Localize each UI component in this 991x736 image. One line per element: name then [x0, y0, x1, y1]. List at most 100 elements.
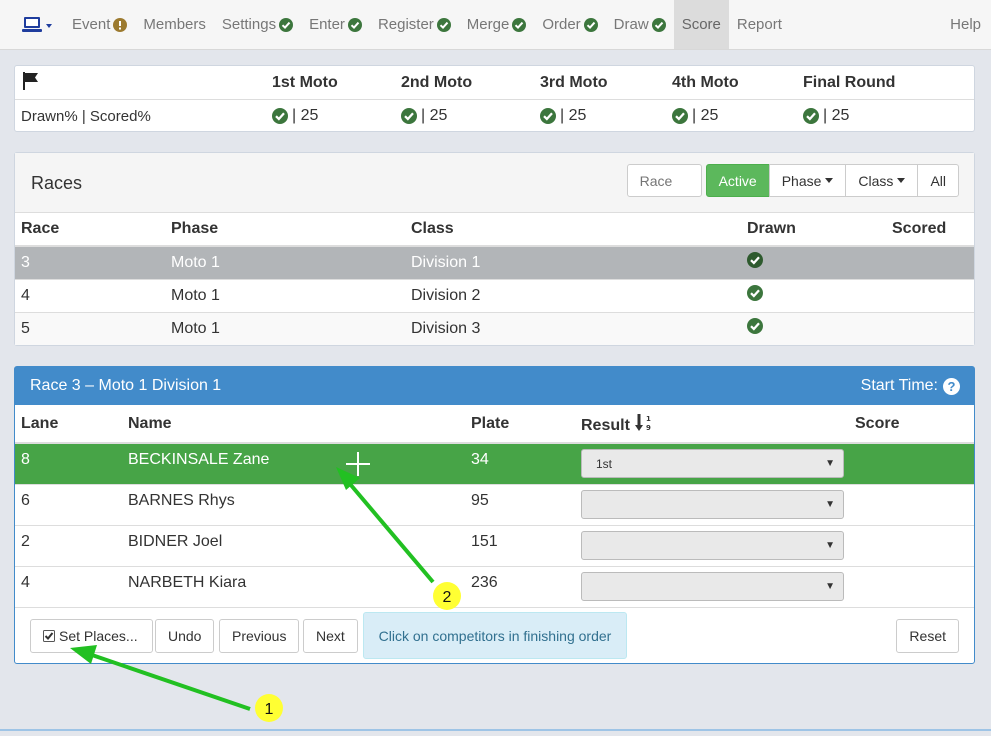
previous-button[interactable]: Previous	[219, 619, 300, 653]
race-number: 5	[15, 311, 165, 345]
nav-report-label: Report	[736, 16, 782, 33]
nav-enter-label: Enter	[309, 16, 345, 33]
check-circle-icon	[747, 318, 763, 335]
col-name[interactable]: Name	[122, 405, 465, 444]
progress-value: | 25	[292, 107, 319, 124]
nav-score[interactable]: Score	[673, 0, 729, 49]
progress-col-final-round: Final Round	[803, 73, 896, 91]
col-scored[interactable]: Scored	[886, 213, 974, 247]
race-phase: Moto 1	[165, 245, 405, 279]
nav-help[interactable]: Help	[942, 0, 991, 49]
nav-score-label: Score	[681, 16, 721, 33]
set-places-button[interactable]: Set Places...	[30, 619, 153, 653]
col-plate[interactable]: Plate	[465, 405, 575, 444]
race-phase: Moto 1	[165, 311, 405, 345]
reset-button[interactable]: Reset	[896, 619, 959, 653]
nav-draw[interactable]: Draw	[606, 0, 674, 49]
col-drawn[interactable]: Drawn	[741, 213, 886, 247]
active-filter-button[interactable]: Active	[705, 164, 770, 197]
check-circle-icon	[512, 17, 527, 32]
race-class: Division 3	[405, 311, 741, 345]
competitor-lane: 2	[15, 524, 122, 566]
step-marker-1-label: 1	[265, 701, 274, 718]
col-race[interactable]: Race	[15, 213, 165, 247]
next-button[interactable]: Next	[303, 619, 358, 653]
competitor-row-placed[interactable]: 8 BECKINSALE Zane 34 1st ▼	[15, 442, 974, 484]
race-row[interactable]: 4 Moto 1 Division 2	[15, 278, 974, 312]
result-select[interactable]: ▼	[581, 571, 844, 601]
progress-value: | 25	[823, 107, 850, 124]
race-detail-panel: Race 3 – Moto 1 Division 1 Start Time: ?…	[14, 366, 975, 664]
progress-cell-2nd-moto: | 25	[401, 107, 447, 125]
race-search-input[interactable]	[626, 164, 702, 197]
computer-icon	[22, 16, 52, 32]
race-detail-header: Race 3 – Moto 1 Division 1 Start Time: ?	[15, 367, 974, 405]
competitor-score	[849, 483, 974, 525]
race-number: 3	[15, 245, 165, 279]
competitor-score	[849, 565, 974, 607]
col-phase[interactable]: Phase	[165, 213, 405, 247]
col-class[interactable]: Class	[405, 213, 741, 247]
col-lane[interactable]: Lane	[15, 405, 122, 444]
nav-help-label: Help	[950, 16, 981, 33]
col-score[interactable]: Score	[849, 405, 974, 444]
start-time-label: Start Time:	[860, 377, 938, 394]
competitor-name: BARNES Rhys	[122, 483, 465, 525]
class-dropdown-label: Class	[858, 172, 894, 189]
competitor-lane: 4	[15, 565, 122, 607]
race-row-selected[interactable]: 3 Moto 1 Division 1	[15, 245, 974, 279]
race-detail-footer: Set Places... Undo Previous Next Click o…	[15, 607, 974, 663]
progress-col-3rd-moto: 3rd Moto	[540, 73, 608, 91]
race-scored	[886, 311, 974, 345]
result-select[interactable]: ▼	[581, 530, 844, 560]
nav-settings[interactable]: Settings	[214, 0, 301, 49]
nav-members[interactable]: Members	[135, 0, 214, 49]
col-result[interactable]: Result 19	[575, 405, 849, 444]
top-navbar: Event Members Settings Enter Register Me…	[0, 0, 991, 50]
races-title: Races	[31, 173, 83, 193]
competitor-result-cell: ▼	[575, 483, 849, 525]
check-circle-icon	[540, 108, 556, 124]
checkbox-checked-icon	[43, 630, 55, 642]
progress-cell-3rd-moto: | 25	[540, 107, 586, 125]
competitor-row[interactable]: 6 BARNES Rhys 95 ▼	[15, 483, 974, 525]
result-select[interactable]: 1st ▼	[581, 449, 844, 478]
flag-icon	[21, 71, 41, 95]
nav-report[interactable]: Report	[729, 0, 790, 49]
competitor-row[interactable]: 2 BIDNER Joel 151 ▼	[15, 524, 974, 566]
race-row[interactable]: 5 Moto 1 Division 3	[15, 311, 974, 345]
nav-event-label: Event	[72, 16, 111, 33]
result-select[interactable]: ▼	[581, 489, 844, 519]
question-circle-icon[interactable]: ?	[943, 377, 960, 395]
nav-draw-label: Draw	[613, 16, 649, 33]
competitor-score	[849, 442, 974, 484]
class-dropdown-button[interactable]: Class	[845, 164, 919, 197]
check-circle-icon	[436, 17, 451, 32]
computer-menu-button[interactable]	[0, 0, 64, 49]
phase-dropdown-button[interactable]: Phase	[768, 164, 847, 197]
competitor-plate: 34	[465, 442, 575, 484]
sort-numeric-icon[interactable]: 19	[634, 413, 654, 433]
competitor-result-cell: 1st ▼	[575, 442, 849, 484]
progress-row-label: Drawn% | Scored%	[21, 107, 151, 125]
nav-register[interactable]: Register	[370, 0, 459, 49]
competitor-row[interactable]: 4 NARBETH Kiara 236 ▼	[15, 565, 974, 607]
step-marker-1: 1	[255, 694, 283, 722]
race-drawn	[741, 311, 886, 345]
nav-order[interactable]: Order	[534, 0, 605, 49]
race-drawn	[741, 245, 886, 279]
race-phase: Moto 1	[165, 278, 405, 312]
nav-enter[interactable]: Enter	[301, 0, 370, 49]
undo-button[interactable]: Undo	[155, 619, 215, 653]
nav-event[interactable]: Event	[64, 0, 135, 49]
progress-header-row: 1st Moto 2nd Moto 3rd Moto 4th Moto Fina…	[15, 66, 974, 99]
check-circle-icon	[651, 17, 666, 32]
nav-settings-label: Settings	[221, 16, 277, 33]
race-filter-group: Active Phase Class All	[705, 164, 959, 197]
nav-merge[interactable]: Merge	[459, 0, 535, 49]
all-filter-button[interactable]: All	[917, 164, 959, 197]
race-scored	[886, 245, 974, 279]
svg-text:9: 9	[646, 424, 651, 432]
start-time: Start Time: ?	[861, 377, 960, 395]
progress-data-row: Drawn% | Scored% | 25 | 25 | 25 | 25 | 2…	[15, 99, 974, 132]
